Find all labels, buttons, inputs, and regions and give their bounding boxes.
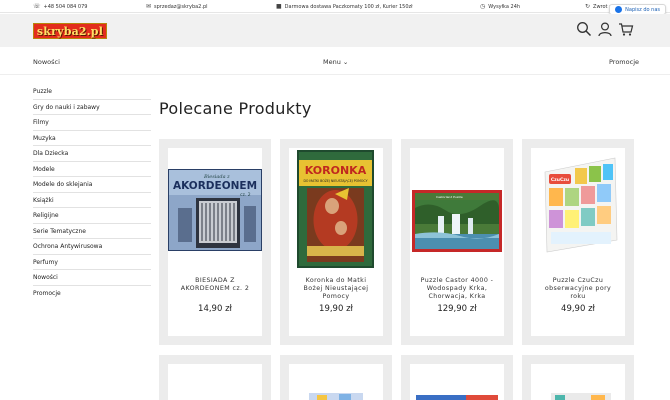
delivery-text: Darmowa dostawa Paczkomaty 100 zł, Kurie… — [284, 3, 413, 10]
truck-icon: ■ — [276, 3, 282, 10]
refresh-icon: ↻ — [585, 3, 591, 10]
product-image[interactable]: Biesiada z AKORDEONEM cz. 2 — [168, 148, 262, 268]
nav-new[interactable]: Nowości — [33, 58, 60, 66]
cover-brand-text: CzuCzu — [551, 177, 569, 183]
product-price: 19,90 zł — [319, 304, 353, 314]
cover-brand-text: Castorland Puzzle — [436, 195, 463, 199]
product-name[interactable]: BIESIADA Z AKORDEONEM cz. 2 — [174, 277, 256, 293]
sidebar-item-filmy[interactable]: Filmy — [33, 115, 151, 131]
sidebar-item-nowosci[interactable]: Nowości — [33, 270, 151, 286]
site-logo[interactable]: skryba2.pl — [33, 23, 107, 39]
category-sidebar: Puzzle Gry do nauki i zabawy Filmy Muzyk… — [33, 84, 151, 301]
chat-icon — [615, 6, 623, 13]
main-nav: Nowości Menu ⌄ Promocje — [0, 47, 670, 75]
sidebar-item-religijne[interactable]: Religijne — [33, 208, 151, 224]
sidebar-item-modele[interactable]: Modele — [33, 162, 151, 177]
cart-icon[interactable] — [618, 21, 634, 37]
product-name[interactable]: Koronka do Matki Bożej Nieustającej Pomo… — [295, 277, 377, 301]
product-price: 129,90 zł — [437, 304, 477, 314]
nav-promo[interactable]: Promocje — [609, 58, 639, 66]
top-info-bar: ☏ +48 504 084 079 ✉ sprzedaz@skryba2.pl … — [0, 0, 670, 13]
product-image[interactable] — [416, 391, 498, 400]
product-card[interactable]: KORONKA DO MATKI BOŻEJ NIEUSTAJĄCEJ POMO… — [280, 139, 392, 345]
product-image[interactable]: Castorland Puzzle — [410, 148, 504, 268]
sidebar-item-gry[interactable]: Gry do nauki i zabawy — [33, 100, 151, 115]
phone-icon: ☏ — [33, 3, 41, 10]
sidebar-item-serie-tematyczne[interactable]: Serie Tematyczne — [33, 224, 151, 239]
phone-text: +48 504 084 079 — [43, 3, 88, 10]
sidebar-item-perfumy[interactable]: Perfumy — [33, 255, 151, 270]
nav-menu-dropdown[interactable]: Menu ⌄ — [323, 58, 348, 66]
clock-icon: ◷ — [480, 3, 486, 10]
phone-info[interactable]: ☏ +48 504 084 079 — [33, 3, 87, 10]
product-image[interactable] — [551, 389, 611, 400]
delivery-info: ■ Darmowa dostawa Paczkomaty 100 zł, Kur… — [276, 3, 413, 10]
email-text: sprzedaz@skryba2.pl — [154, 3, 208, 10]
shipping-text: Wysyłka 24h — [488, 3, 521, 10]
product-card[interactable]: Biesiada z AKORDEONEM cz. 2 BIESIADA Z A… — [159, 139, 271, 345]
product-name[interactable]: Puzzle Castor 4000 - Wodospady Krka, Cho… — [416, 277, 498, 301]
sidebar-item-modele-do-sklejania[interactable]: Modele do sklejania — [33, 177, 151, 193]
logo-text: skryba2.pl — [36, 24, 104, 38]
header: skryba2.pl — [0, 14, 670, 47]
product-card[interactable] — [401, 355, 513, 400]
page-title: Polecane Produkty — [159, 99, 312, 118]
product-card[interactable] — [280, 355, 392, 400]
shipping-info: ◷ Wysyłka 24h — [480, 3, 520, 10]
product-image[interactable]: CzuCzu — [531, 148, 625, 268]
email-info[interactable]: ✉ sprzedaz@skryba2.pl — [146, 3, 208, 10]
cover-sub-text: DO MATKI BOŻEJ NIEUSTAJĄCEJ POMOCY — [303, 178, 367, 183]
chat-label: Napisz do nas — [625, 6, 660, 13]
sidebar-item-promocje[interactable]: Promocje — [33, 286, 151, 302]
cover-title-text: KORONKA — [305, 164, 367, 177]
product-image[interactable]: KORONKA DO MATKI BOŻEJ NIEUSTAJĄCEJ POMO… — [289, 148, 383, 268]
sidebar-item-ochrona-antywirusowa[interactable]: Ochrona Antywirusowa — [33, 239, 151, 255]
mail-icon: ✉ — [146, 3, 152, 10]
search-icon[interactable] — [576, 21, 592, 37]
product-card[interactable]: CzuCzu Puzzle CzuCzu obserwacyjne pory r… — [522, 139, 634, 345]
cover-title-text: AKORDEONEM — [173, 180, 257, 192]
sidebar-item-puzzle[interactable]: Puzzle — [33, 84, 151, 100]
product-card[interactable] — [159, 355, 271, 400]
product-name[interactable]: Puzzle CzuCzu obserwacyjne pory roku — [537, 277, 619, 301]
sidebar-item-dla-dziecka[interactable]: Dla Dziecka — [33, 146, 151, 162]
product-card[interactable] — [522, 355, 634, 400]
product-price: 49,90 zł — [561, 304, 595, 314]
product-card[interactable]: Castorland Puzzle Puzzle Castor 4000 - W… — [401, 139, 513, 345]
cover-sub-text: cz. 2 — [240, 192, 251, 198]
sidebar-item-muzyka[interactable]: Muzyka — [33, 131, 151, 146]
user-icon[interactable] — [597, 21, 613, 37]
product-price: 14,90 zł — [198, 304, 232, 314]
product-image[interactable] — [309, 387, 363, 400]
sidebar-item-ksiazki[interactable]: Książki — [33, 193, 151, 208]
